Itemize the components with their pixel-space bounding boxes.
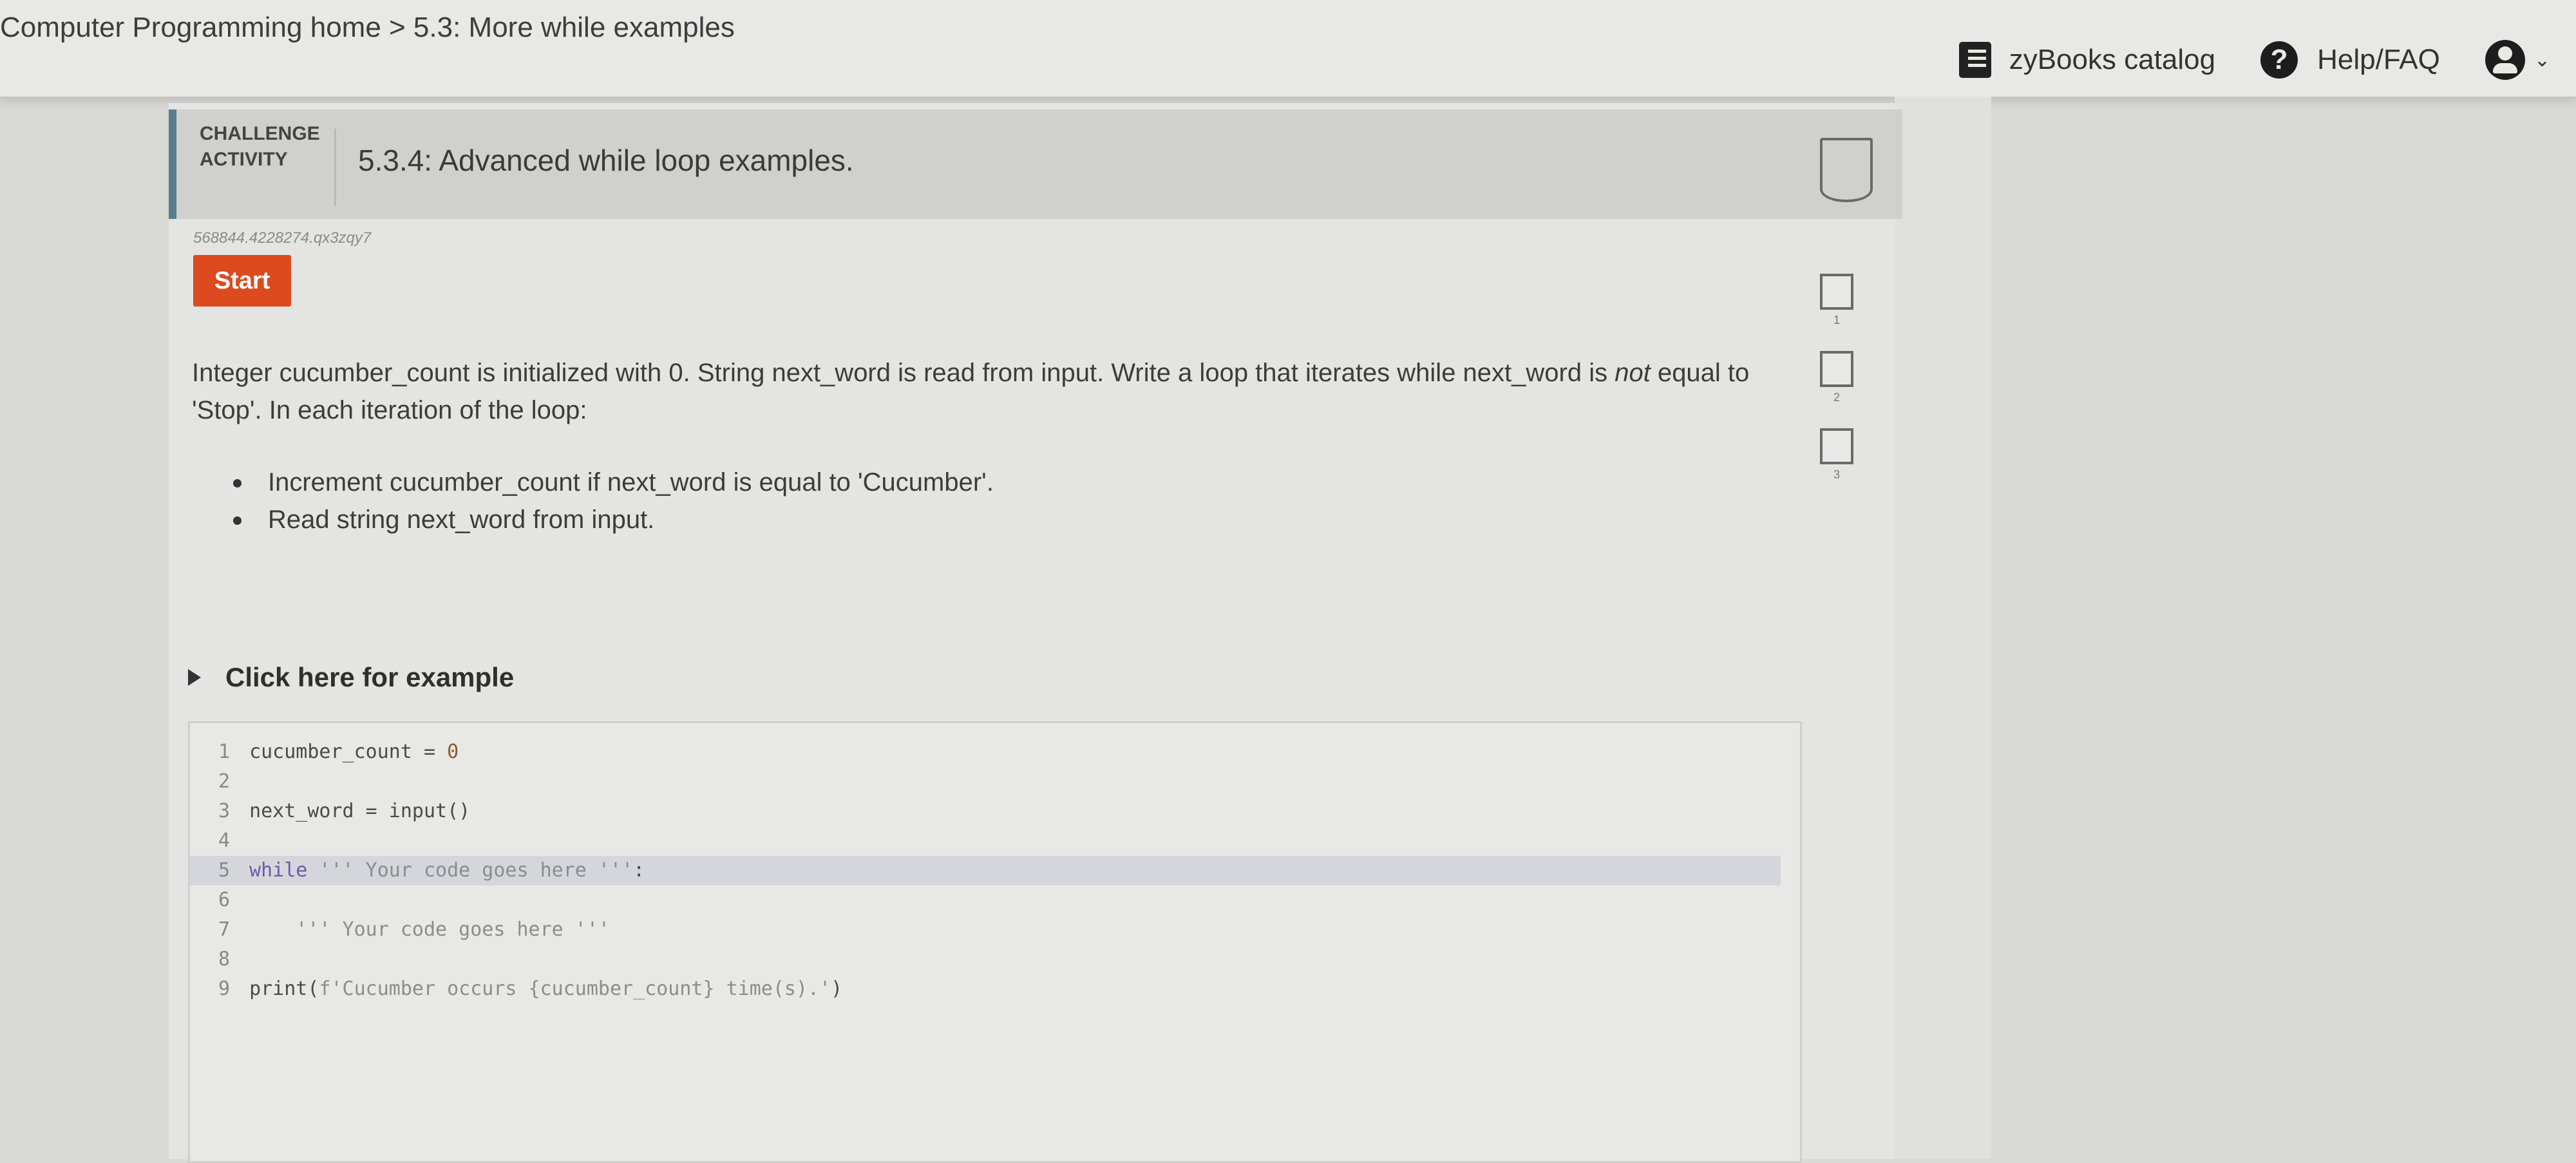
level-2-indicator[interactable]: 2 [1817, 351, 1856, 404]
activity-type-label: CHALLENGE ACTIVITY [200, 123, 320, 170]
list-item: Increment cucumber_count if next_word is… [233, 464, 994, 501]
code-line[interactable]: 7 ''' Your code goes here ''' [190, 915, 1800, 945]
level-box-icon [1820, 274, 1853, 310]
help-link[interactable]: ? Help/FAQ [2260, 41, 2440, 79]
breadcrumb[interactable]: Computer Programming home > 5.3: More wh… [0, 12, 735, 44]
question-icon: ? [2260, 41, 2298, 79]
code-line[interactable]: 8 [190, 945, 1800, 974]
top-bar: Computer Programming home > 5.3: More wh… [0, 0, 2576, 99]
code-line[interactable]: 3 next_word = input() [190, 797, 1800, 826]
level-box-icon [1820, 428, 1853, 464]
account-menu[interactable]: ⌄ [2485, 40, 2550, 80]
code-editor[interactable]: 1 cucumber_count = 0 2 3 next_word = inp… [188, 721, 1802, 1163]
level-3-indicator[interactable]: 3 [1817, 428, 1856, 482]
divider [334, 129, 336, 206]
completion-shield-icon [1820, 138, 1873, 202]
book-icon [1958, 42, 1993, 78]
activity-header: CHALLENGE ACTIVITY 5.3.4: Advanced while… [169, 109, 1902, 219]
top-nav: zyBooks catalog ? Help/FAQ ⌄ [1914, 40, 2550, 80]
code-line[interactable]: 6 [190, 885, 1800, 915]
expand-triangle-icon [188, 669, 201, 686]
right-margin [1895, 97, 1991, 1159]
chevron-down-icon: ⌄ [2533, 49, 2550, 71]
activity-id: 568844.4228274.qx3zqy7 [193, 229, 372, 247]
code-line[interactable]: 1 cucumber_count = 0 [190, 737, 1800, 767]
challenge-activity-card: CHALLENGE ACTIVITY 5.3.4: Advanced while… [169, 103, 1902, 1163]
code-line[interactable]: 9 print(f'Cucumber occurs {cucumber_coun… [190, 974, 1800, 1004]
list-item: Read string next_word from input. [233, 501, 994, 538]
catalog-link[interactable]: zyBooks catalog [1958, 42, 2216, 78]
code-line-active[interactable]: 5 while ''' Your code goes here ''': [190, 856, 1781, 885]
example-toggle[interactable]: Click here for example [188, 662, 514, 693]
problem-statement: Integer cucumber_count is initialized wi… [192, 359, 1750, 424]
level-1-indicator[interactable]: 1 [1817, 274, 1856, 327]
level-box-icon [1820, 351, 1853, 387]
start-button[interactable]: Start [193, 255, 291, 307]
help-label: Help/FAQ [2317, 44, 2440, 75]
activity-title: 5.3.4: Advanced while loop examples. [358, 144, 854, 177]
code-line[interactable]: 2 [190, 767, 1800, 797]
account-icon [2485, 40, 2525, 80]
instruction-list: Increment cucumber_count if next_word is… [233, 464, 994, 538]
catalog-label: zyBooks catalog [2009, 44, 2216, 75]
code-line[interactable]: 4 [190, 826, 1800, 856]
